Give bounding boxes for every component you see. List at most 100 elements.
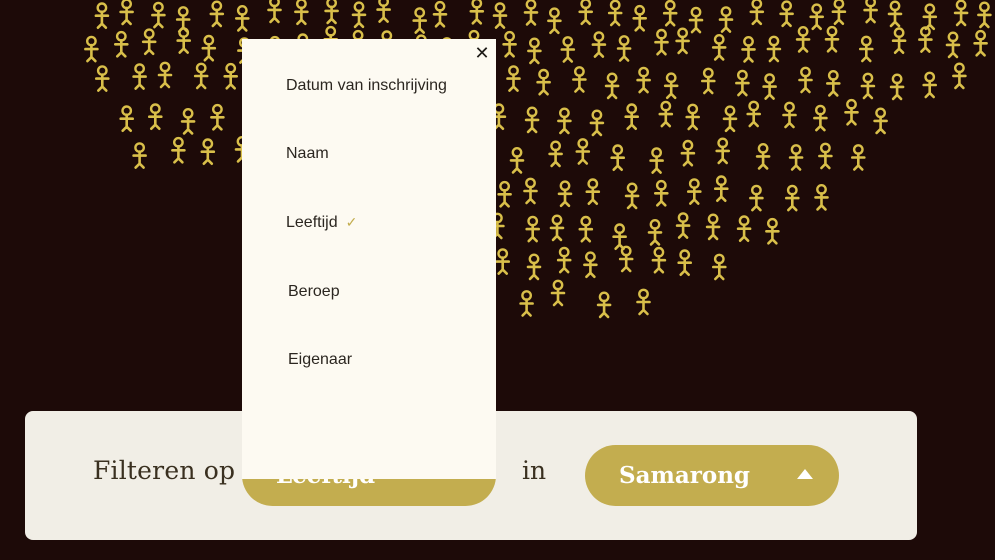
figure-icon (711, 253, 727, 281)
figure-icon (548, 140, 563, 168)
figure-icon (814, 183, 829, 211)
filter-options-menu: ✕ Datum van inschrijving Naam Leeftijd ✓ … (242, 39, 496, 479)
figure-icon (624, 182, 640, 210)
option-eigenaar[interactable]: Eigenaar (288, 351, 352, 369)
figure-icon (779, 0, 794, 28)
figure-icon (526, 253, 542, 281)
figure-icon (651, 246, 667, 274)
figure-icon (825, 70, 841, 97)
figure-icon (324, 0, 339, 25)
figure-icon (718, 6, 734, 33)
figure-icon (675, 27, 690, 55)
in-label: in (522, 456, 547, 485)
figure-icon (649, 147, 664, 174)
caret-up-icon (797, 469, 813, 479)
figure-icon (536, 68, 551, 96)
option-beroep[interactable]: Beroep (288, 283, 340, 301)
figure-icon (351, 1, 367, 29)
figure-icon (132, 142, 147, 169)
figure-icon (922, 71, 938, 99)
figure-icon (525, 215, 541, 243)
figure-icon (523, 177, 538, 205)
figure-icon (114, 30, 129, 58)
figure-icon (201, 34, 217, 62)
figure-icon (889, 73, 905, 101)
figure-icon (658, 100, 674, 128)
figure-icon (813, 104, 828, 132)
figure-icon (713, 175, 729, 202)
figure-icon (604, 72, 620, 100)
figure-icon (973, 29, 988, 57)
figure-icon (788, 144, 804, 171)
figure-icon (84, 35, 99, 63)
figure-icon (119, 0, 134, 26)
option-naam[interactable]: Naam (286, 145, 329, 163)
option-datum-van-inschrijving[interactable]: Datum van inschrijving (286, 77, 447, 95)
figure-icon (765, 217, 780, 245)
option-label: Leeftijd (286, 214, 338, 231)
figure-icon (736, 215, 752, 242)
figure-icon (624, 103, 640, 130)
figure-icon (412, 7, 428, 34)
figure-icon (632, 4, 648, 32)
figure-icon (922, 3, 938, 31)
figure-icon (831, 0, 847, 25)
figure-icon (610, 144, 626, 171)
figure-icon (141, 28, 157, 56)
figure-icon (784, 184, 800, 212)
figure-icon (766, 35, 782, 63)
figure-icon (180, 108, 196, 135)
place-selected-value: Samarong (619, 462, 751, 489)
figure-icon (223, 62, 238, 90)
figure-icon (636, 288, 651, 316)
figure-icon (557, 107, 572, 135)
figure-icon (711, 34, 727, 61)
figure-icon (762, 73, 777, 100)
figure-icon (675, 212, 691, 239)
figure-icon (469, 0, 485, 25)
figure-icon (863, 0, 878, 24)
figure-icon (952, 62, 967, 90)
figure-icon (151, 1, 166, 29)
figure-icon (556, 246, 572, 274)
figure-icon (575, 138, 591, 165)
figure-icon (653, 179, 669, 207)
figure-icon (557, 180, 573, 208)
figure-icon (148, 103, 163, 130)
figure-icon (492, 2, 508, 29)
figure-icon (527, 37, 542, 65)
figure-icon (95, 65, 110, 92)
figure-icon (502, 30, 517, 58)
figure-icon (612, 223, 627, 250)
figure-icon (132, 63, 147, 90)
figure-icon (578, 215, 594, 243)
option-label: Datum van inschrijving (286, 77, 447, 94)
figure-icon (376, 0, 391, 23)
figure-icon (432, 0, 448, 28)
figure-icon (850, 144, 866, 171)
option-leeftijd[interactable]: Leeftijd ✓ (286, 214, 357, 232)
figure-icon (700, 67, 716, 95)
figure-icon (578, 0, 594, 26)
figure-icon (585, 178, 601, 205)
figure-icon (119, 105, 134, 132)
figure-icon (887, 0, 903, 28)
figure-icon (509, 146, 525, 174)
figure-icon (572, 66, 587, 93)
figure-icon (686, 178, 702, 205)
figure-icon (636, 66, 651, 94)
place-dropdown-button[interactable]: Samarong (585, 445, 839, 506)
figure-icon (824, 25, 840, 53)
figure-icon (235, 4, 250, 32)
figure-icon (795, 26, 811, 53)
figure-icon (193, 62, 209, 90)
figure-icon (680, 139, 696, 167)
figure-icon (560, 36, 576, 63)
figure-icon (722, 105, 738, 133)
close-icon[interactable]: ✕ (474, 45, 490, 63)
check-icon: ✓ (345, 214, 358, 230)
figure-icon (550, 279, 566, 307)
figure-icon (497, 180, 512, 208)
filter-label: Filteren op (93, 456, 236, 485)
figure-icon (94, 2, 110, 29)
